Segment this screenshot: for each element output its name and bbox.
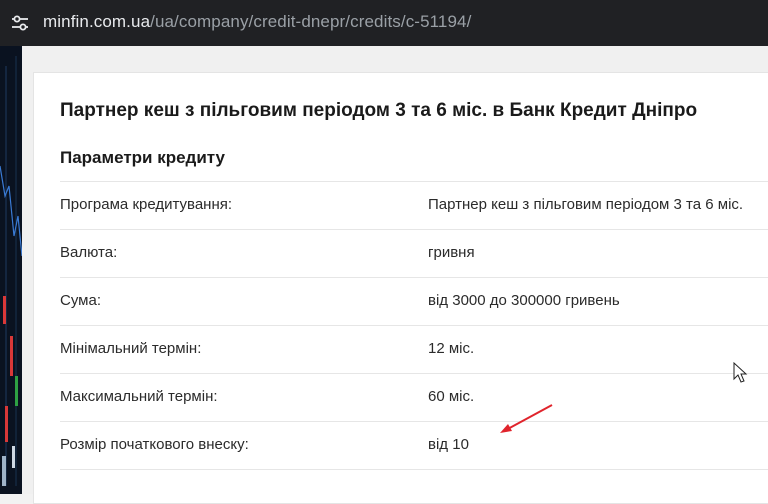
row-label: Сума: — [60, 292, 101, 309]
table-row: Валюта: гривня — [60, 229, 768, 277]
table-row: Сума: від 3000 до 300000 гривень — [60, 277, 768, 325]
row-value: 12 міс. — [428, 340, 475, 357]
table-row: Мінімальний термін: 12 міс. — [60, 325, 768, 373]
table-row: Розмір початкового внеску: від 10 — [60, 421, 768, 470]
mouse-cursor-icon — [733, 362, 748, 383]
page-title: Партнер кеш з пільговим періодом 3 та 6 … — [60, 100, 698, 121]
row-value: 60 міс. — [428, 388, 475, 405]
row-label: Валюта: — [60, 244, 118, 261]
browser-address-bar[interactable]: minfin.com.ua/ua/company/credit-dnepr/cr… — [0, 0, 768, 47]
row-label: Мінімальний термін: — [60, 340, 202, 357]
url-host: minfin.com.ua — [43, 12, 151, 31]
red-arrow-icon — [500, 404, 553, 433]
row-value: гривня — [428, 244, 475, 261]
table-row: Максимальний термін: 60 міс. — [60, 373, 768, 421]
row-value: від 10 — [428, 436, 469, 453]
url-text[interactable]: minfin.com.ua/ua/company/credit-dnepr/cr… — [43, 12, 471, 32]
credit-card-panel: Партнер кеш з пільговим періодом 3 та 6 … — [33, 72, 768, 504]
row-value: від 3000 до 300000 гривень — [428, 292, 620, 309]
row-label: Розмір початкового внеску: — [60, 436, 249, 453]
credit-params-table: Програма кредитування: Партнер кеш з піл… — [60, 181, 768, 470]
background-chart-strip — [0, 46, 22, 494]
section-title: Параметри кредиту — [60, 148, 225, 167]
row-label: Максимальний термін: — [60, 388, 218, 405]
row-value: Партнер кеш з пільговим періодом 3 та 6 … — [428, 196, 744, 213]
table-row: Програма кредитування: Партнер кеш з піл… — [60, 181, 768, 229]
url-path: /ua/company/credit-dnepr/credits/c-51194… — [150, 12, 472, 31]
row-label: Програма кредитування: — [60, 196, 233, 213]
tune-icon[interactable] — [8, 11, 32, 35]
